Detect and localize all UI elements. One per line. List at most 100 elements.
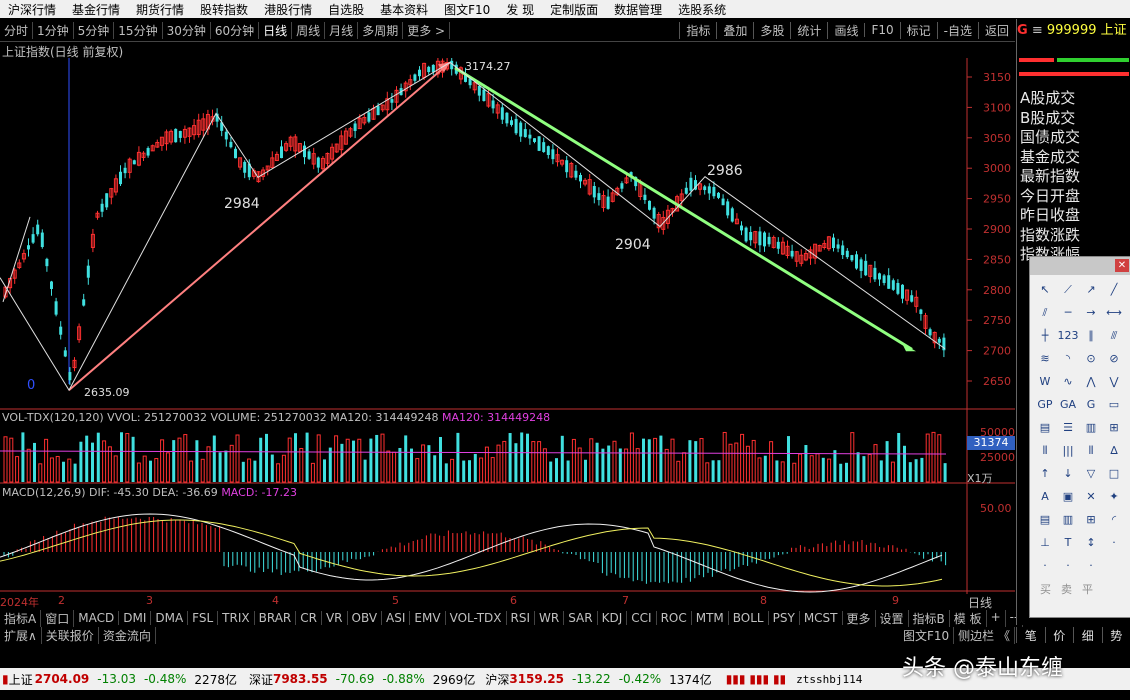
menu-item-4[interactable]: 港股行情 [256, 1, 320, 18]
text-icon[interactable]: ∆ [1103, 440, 1125, 462]
trade-label[interactable]: 卖 [1061, 581, 1072, 597]
fibonacci-circle-icon[interactable]: ⊘ [1103, 348, 1125, 370]
up-mark-icon[interactable]: · [1034, 555, 1056, 577]
menu-item-6[interactable]: 基本资料 [372, 1, 436, 18]
indicator-tab-20[interactable]: MTM [692, 611, 729, 625]
parallel-icon[interactable]: ⫽ [1034, 302, 1056, 324]
sub-tab-1[interactable]: 关联报价 [42, 626, 99, 644]
indicator-tab-4[interactable]: DMA [151, 611, 189, 625]
close-icon[interactable]: ✕ [1115, 259, 1129, 272]
indicator-tab-13[interactable]: VOL-TDX [446, 611, 507, 625]
text-a-icon[interactable]: ✦ [1103, 486, 1125, 508]
memo-icon[interactable]: T [1057, 532, 1079, 554]
menu-item-2[interactable]: 期货行情 [128, 1, 192, 18]
menu-item-7[interactable]: 图文F10 [436, 1, 498, 18]
indicator-tab-24[interactable]: 更多 [843, 609, 876, 627]
indicator-right-1[interactable]: 模 板 [950, 609, 987, 627]
menu-item-1[interactable]: 基金行情 [64, 1, 128, 18]
indicator-tab-22[interactable]: PSY [769, 611, 800, 625]
down-arrow-icon[interactable]: ↓ [1057, 463, 1079, 485]
square-icon[interactable]: □ [1103, 463, 1125, 485]
delete-icon[interactable]: ⊞ [1080, 509, 1102, 531]
panel-tab-1[interactable]: 价 [1044, 627, 1074, 643]
ray-icon[interactable]: ↗ [1080, 279, 1102, 301]
tool-button-1[interactable]: 叠加 [716, 21, 753, 39]
line-segment-icon[interactable]: ⟋ [1057, 279, 1079, 301]
arc-icon[interactable]: ◝ [1057, 348, 1079, 370]
triangle-icon[interactable]: ▽ [1080, 463, 1102, 485]
menu-item-5[interactable]: 自选股 [320, 1, 372, 18]
indicator-tab-5[interactable]: FSL [188, 611, 219, 625]
polyline-icon[interactable]: ⋁ [1103, 371, 1125, 393]
period-icon[interactable]: ▤ [1034, 417, 1056, 439]
indicator-tab-11[interactable]: ASI [382, 611, 411, 625]
indicator-tab-12[interactable]: EMV [410, 611, 446, 625]
period-tab-2[interactable]: 5分钟 [74, 21, 115, 39]
tool-button-5[interactable]: F10 [864, 23, 899, 37]
indicator-tab-15[interactable]: WR [535, 611, 565, 625]
sub-tab-2[interactable]: 资金流向 [99, 626, 156, 644]
indicator-right-0[interactable]: 指标B [909, 609, 950, 627]
menu-item-0[interactable]: 沪深行情 [0, 1, 64, 18]
panel-tab-0[interactable]: 笔 [1016, 627, 1045, 643]
screen-icon[interactable]: ↕ [1080, 532, 1102, 554]
panel-tab-2[interactable]: 细 [1073, 627, 1102, 643]
indicator-tab-23[interactable]: MCST [800, 611, 843, 625]
panel-tab-3[interactable]: 势 [1101, 627, 1130, 643]
horizontal-segment-icon[interactable]: ⟷ [1103, 302, 1125, 324]
period-tab-9[interactable]: 多周期 [358, 21, 404, 39]
horizontal-line-icon[interactable]: ─ [1057, 302, 1079, 324]
sub-right-0[interactable]: 图文F10 [899, 627, 955, 644]
indicator-tab-19[interactable]: ROC [657, 611, 692, 625]
indicator-tab-10[interactable]: OBV [348, 611, 383, 625]
indicator-tab-21[interactable]: BOLL [729, 611, 769, 625]
toolbox-titlebar[interactable]: ✕ [1030, 257, 1130, 275]
gann-icon[interactable]: GA [1057, 394, 1079, 416]
indicator-tab-18[interactable]: CCI [627, 611, 657, 625]
ratio-icon[interactable]: ⦀ [1080, 440, 1102, 462]
up-down-icon[interactable]: · [1080, 555, 1102, 577]
cycle-icon[interactable]: ||| [1057, 440, 1079, 462]
indicator-tab-25[interactable]: 设置 [876, 609, 909, 627]
menu-item-8[interactable]: 发 现 [498, 1, 542, 18]
period-tab-4[interactable]: 30分钟 [163, 21, 211, 39]
indicator-tab-0[interactable]: 指标A [0, 609, 42, 627]
tool-button-7[interactable]: -自选 [936, 21, 978, 39]
kline-chart[interactable]: 3150 3100 3050 3000 2950 2900 2850 2800 2750 2700… [0, 58, 1015, 594]
note-icon[interactable]: ⊥ [1034, 532, 1056, 554]
ray-channel-icon[interactable]: ≋ [1034, 348, 1056, 370]
text-label-icon[interactable]: ▤ [1034, 509, 1056, 531]
sub-right-1[interactable]: 侧边栏 《 [954, 627, 1015, 644]
circle-icon[interactable]: ⊙ [1080, 348, 1102, 370]
cursor-icon[interactable]: ↖ [1034, 279, 1056, 301]
price-label-icon[interactable]: 123 [1057, 325, 1079, 347]
up-arrow-icon[interactable]: ↑ [1034, 463, 1056, 485]
indicator-tab-8[interactable]: CR [296, 611, 322, 625]
wave-w-icon[interactable]: W [1034, 371, 1056, 393]
period-tab-3[interactable]: 15分钟 [114, 21, 163, 39]
rectangle-icon[interactable]: ☰ [1057, 417, 1079, 439]
period-tab-0[interactable]: 分时 [0, 21, 34, 39]
menu-item-11[interactable]: 选股系统 [670, 1, 734, 18]
time-zone-icon[interactable]: ⫴ [1034, 440, 1056, 462]
tool-button-4[interactable]: 画线 [827, 21, 864, 39]
tool-button-0[interactable]: 指标 [679, 21, 716, 39]
gray-box-icon[interactable]: ▥ [1057, 509, 1079, 531]
period-tab-6[interactable]: 日线 [259, 21, 293, 39]
box-icon[interactable]: ▥ [1080, 417, 1102, 439]
menu-item-10[interactable]: 数据管理 [606, 1, 670, 18]
parallel-channel-icon[interactable]: ∥ [1080, 325, 1102, 347]
period-tab-8[interactable]: 月线 [325, 21, 359, 39]
period-tab-1[interactable]: 1分钟 [33, 21, 74, 39]
sell-icon[interactable]: ▣ [1057, 486, 1079, 508]
indicator-tab-1[interactable]: 窗口 [41, 609, 75, 627]
t-mark-icon[interactable]: · [1057, 555, 1079, 577]
tool-button-3[interactable]: 统计 [790, 21, 827, 39]
flag-icon[interactable]: ✕ [1080, 486, 1102, 508]
menu-item-3[interactable]: 股转指数 [192, 1, 256, 18]
zigzag-icon[interactable]: ⋀ [1080, 371, 1102, 393]
magic-icon[interactable]: ◜ [1103, 509, 1125, 531]
tool-button-8[interactable]: 返回 [977, 21, 1015, 39]
period-tab-5[interactable]: 60分钟 [211, 21, 260, 39]
bar-icon[interactable]: ⊞ [1103, 417, 1125, 439]
